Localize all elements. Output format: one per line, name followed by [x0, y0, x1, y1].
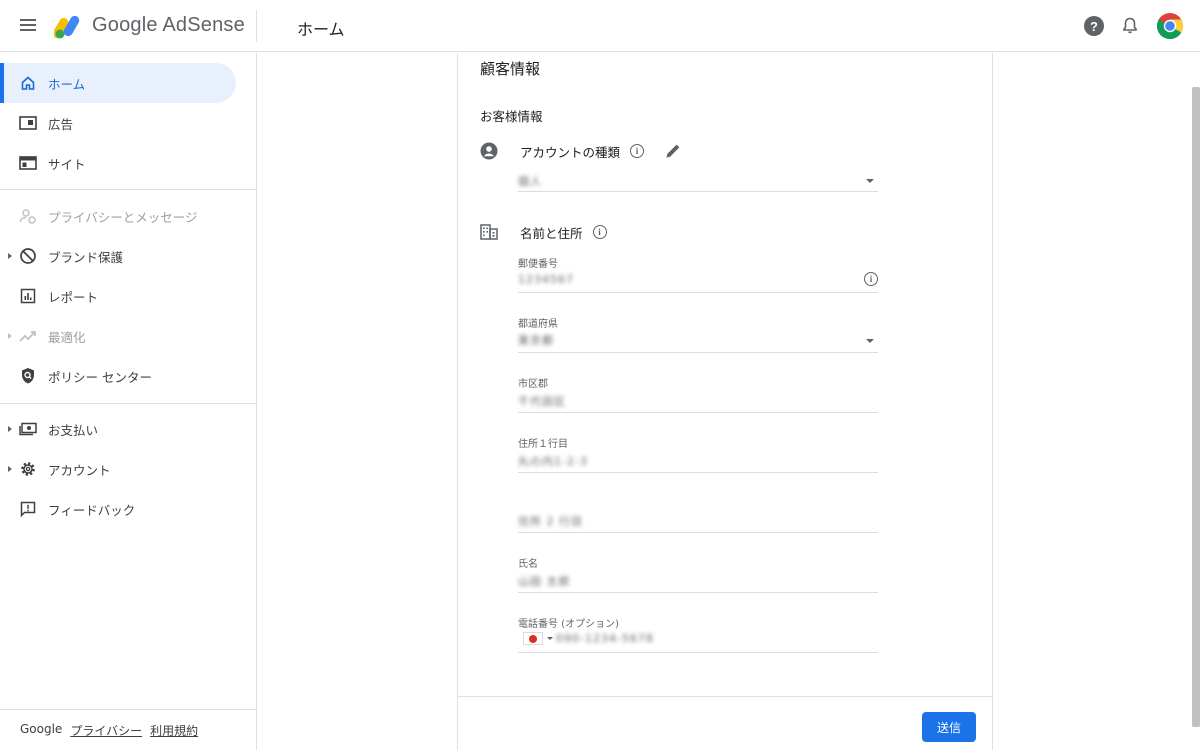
privacy-link[interactable]: プライバシー [70, 722, 142, 739]
privacy-icon [18, 206, 38, 226]
sidebar: ホーム 広告 サイト プライバシーとメッセージ ブランド保護 レポート 最適化 … [0, 53, 257, 750]
name-address-header: 名前と住所 i [480, 220, 607, 244]
expand-caret-icon [8, 333, 12, 339]
submit-button[interactable]: 送信 [922, 712, 976, 742]
chrome-avatar-icon[interactable] [1156, 12, 1184, 40]
sidebar-item-optimization[interactable]: 最適化 [0, 316, 236, 356]
header-divider [256, 10, 257, 42]
gear-icon [18, 459, 38, 479]
sidebar-footer: Google プライバシー 利用規約 [20, 722, 198, 739]
prefecture-select[interactable]: 都道府県 東京都 [518, 315, 878, 353]
account-type-select[interactable]: 個人 [518, 171, 878, 192]
info-icon[interactable]: i [630, 144, 645, 158]
building-icon [480, 223, 498, 241]
field-value: 東京都 [518, 334, 554, 347]
field-label: 郵便番号 [518, 259, 558, 270]
home-icon [18, 73, 38, 93]
pencil-icon[interactable] [664, 142, 682, 160]
sidebar-item-label: サイト [48, 156, 86, 172]
payments-icon [18, 419, 38, 439]
sidebar-item-payments[interactable]: お支払い [0, 409, 236, 449]
field-value: 山田 太郎 [518, 575, 571, 588]
app-name: Google AdSense [92, 14, 245, 36]
menu-icon[interactable] [18, 16, 38, 36]
top-bar: Google AdSense ホーム ? [0, 0, 1200, 52]
country-dropdown-icon[interactable] [547, 637, 553, 640]
info-icon[interactable]: i [864, 272, 878, 286]
sidebar-item-brand-safety[interactable]: ブランド保護 [0, 236, 236, 276]
field-value: 千代田区 [518, 395, 566, 408]
trending-icon [18, 326, 38, 346]
sidebar-item-label: アカウント [48, 462, 111, 478]
feedback-icon [18, 499, 38, 519]
policy-icon [18, 366, 38, 386]
sidebar-item-ads[interactable]: 広告 [0, 103, 236, 143]
report-icon [18, 286, 38, 306]
japan-flag-icon[interactable] [523, 632, 543, 645]
account-type-header: アカウントの種類 i [480, 139, 682, 163]
dropdown-arrow-icon [866, 339, 874, 343]
sidebar-item-home[interactable]: ホーム [0, 63, 236, 103]
card-footer-divider [458, 696, 992, 697]
sidebar-divider [0, 709, 256, 710]
customer-info-card: 顧客情報 お客様情報 アカウントの種類 i 個人 名前と住所 i 郵便番号 12… [457, 53, 993, 750]
sidebar-item-feedback[interactable]: フィードバック [0, 489, 236, 529]
info-icon[interactable]: i [592, 225, 607, 239]
field-value: 住所 2 行目 [518, 515, 583, 528]
page-title: ホーム [297, 20, 345, 39]
expand-caret-icon [8, 466, 12, 472]
sidebar-item-label: レポート [48, 289, 99, 305]
account-circle-icon [480, 142, 498, 160]
bell-icon[interactable] [1120, 16, 1140, 36]
expand-caret-icon [8, 426, 12, 432]
card-title: 顧客情報 [480, 60, 541, 78]
field-label: 氏名 [518, 559, 538, 570]
terms-link[interactable]: 利用規約 [150, 722, 198, 739]
name-address-label: 名前と住所 [520, 225, 583, 241]
sidebar-divider [0, 189, 256, 190]
field-value: 丸の内1-2-3 [518, 455, 588, 468]
field-label: 住所１行目 [518, 439, 568, 450]
sidebar-item-policy-center[interactable]: ポリシー センター [0, 356, 236, 396]
account-type-label: アカウントの種類 [520, 144, 621, 160]
scrollbar[interactable] [1192, 87, 1200, 727]
name-field[interactable]: 氏名 山田 太郎 [518, 555, 878, 593]
help-icon[interactable]: ? [1084, 16, 1104, 36]
field-label: 市区郡 [518, 379, 548, 390]
sidebar-divider [0, 403, 256, 404]
city-field[interactable]: 市区郡 千代田区 [518, 375, 878, 413]
dropdown-arrow-icon [866, 179, 874, 183]
sidebar-item-reports[interactable]: レポート [0, 276, 236, 316]
address-line2-field[interactable]: 住所 2 行目 [518, 495, 878, 533]
sidebar-item-sites[interactable]: サイト [0, 143, 236, 183]
sidebar-item-privacy[interactable]: プライバシーとメッセージ [0, 196, 236, 236]
section-title: お客様情報 [480, 109, 543, 124]
field-value: 090-1234-5678 [556, 632, 654, 645]
block-icon [18, 246, 38, 266]
sites-icon [18, 153, 38, 173]
ads-icon [18, 113, 38, 133]
field-value: 個人 [518, 175, 542, 188]
sidebar-item-label: プライバシーとメッセージ [48, 209, 198, 225]
expand-caret-icon [8, 253, 12, 259]
field-value: 1234567 [518, 273, 574, 286]
sidebar-item-label: 最適化 [48, 329, 86, 345]
adsense-logo-icon [54, 15, 80, 39]
field-label: 電話番号 (オプション) [518, 619, 619, 630]
sidebar-item-label: 広告 [48, 116, 74, 132]
sidebar-item-label: ホーム [48, 76, 86, 92]
postal-code-field[interactable]: 郵便番号 1234567 i [518, 255, 878, 293]
sidebar-item-label: フィードバック [48, 502, 136, 518]
address-line1-field[interactable]: 住所１行目 丸の内1-2-3 [518, 435, 878, 473]
sidebar-item-label: お支払い [48, 422, 99, 438]
sidebar-item-label: ポリシー センター [48, 369, 152, 385]
field-label: 都道府県 [518, 319, 558, 330]
footer-google: Google [20, 722, 63, 736]
phone-field[interactable]: 電話番号 (オプション) 090-1234-5678 [518, 615, 878, 653]
sidebar-item-account[interactable]: アカウント [0, 449, 236, 489]
sidebar-item-label: ブランド保護 [48, 249, 124, 265]
